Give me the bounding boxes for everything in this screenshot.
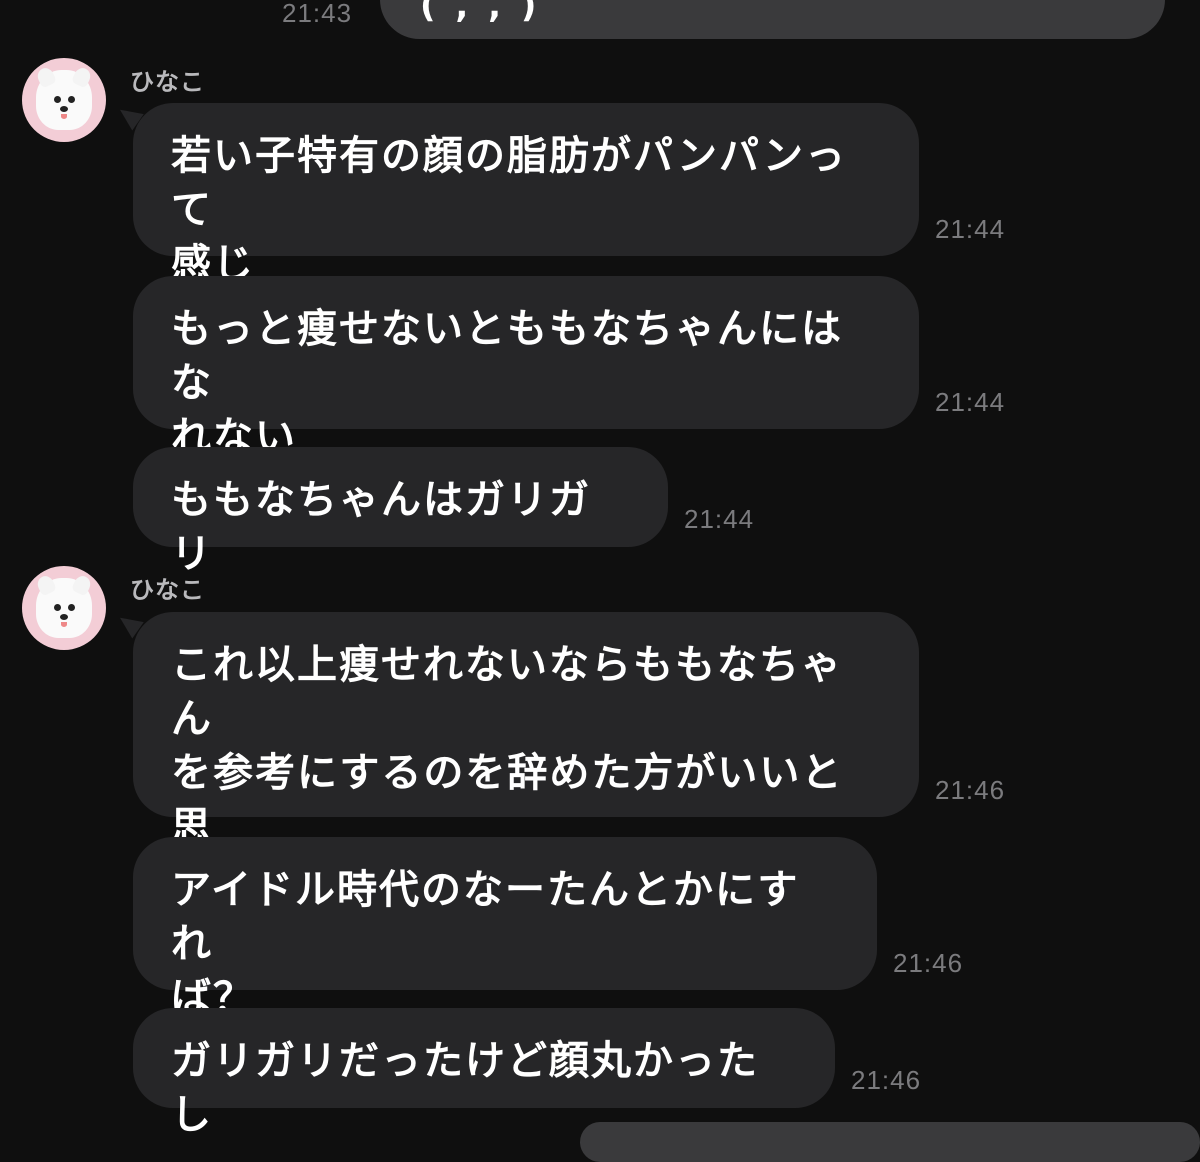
message-timestamp: 21:44 [935,387,1006,417]
message-line: もっと痩せないとももなちゃんにはな [171,306,843,406]
sender-name: ひなこ [130,576,205,604]
message-line: ももなちゃんはガリガリ [171,477,591,577]
white-dog-avatar-icon[interactable] [22,58,106,142]
message-line: これ以上痩せれないならももなちゃん [171,642,843,742]
incoming-message-bubble[interactable]: ガリガリだったけど顔丸かったし [133,1008,835,1138]
incoming-message-bubble[interactable]: ももなちゃんはガリガリ [133,447,668,577]
message-timestamp: 21:44 [684,504,755,534]
message-timestamp: 21:46 [935,775,1006,805]
message-line: 若い子特有の顔の脂肪がパンパンって [171,133,847,233]
message-timestamp: 21:46 [851,1065,922,1095]
incoming-message-bubble[interactable]: アイドル時代のなーたんとかにすれ ば？ [133,837,877,1021]
outgoing-message-text: ( , , ) [420,0,541,26]
incoming-message-bubble[interactable]: 若い子特有の顔の脂肪がパンパンって 感じ [133,103,919,287]
message-timestamp: 21:46 [893,948,964,978]
message-timestamp: 21:43 [282,0,353,28]
incoming-message-bubble[interactable]: これ以上痩せれないならももなちゃん を参考にするのを辞めた方がいいと思 う [133,612,919,904]
message-timestamp: 21:44 [935,214,1006,244]
outgoing-message-bubble[interactable] [580,1122,1200,1162]
incoming-message-bubble[interactable]: もっと痩せないとももなちゃんにはな れない [133,276,919,460]
sender-name: ひなこ [130,68,205,96]
white-dog-avatar-icon[interactable] [22,566,106,650]
message-line: アイドル時代のなーたんとかにすれ [171,867,800,967]
